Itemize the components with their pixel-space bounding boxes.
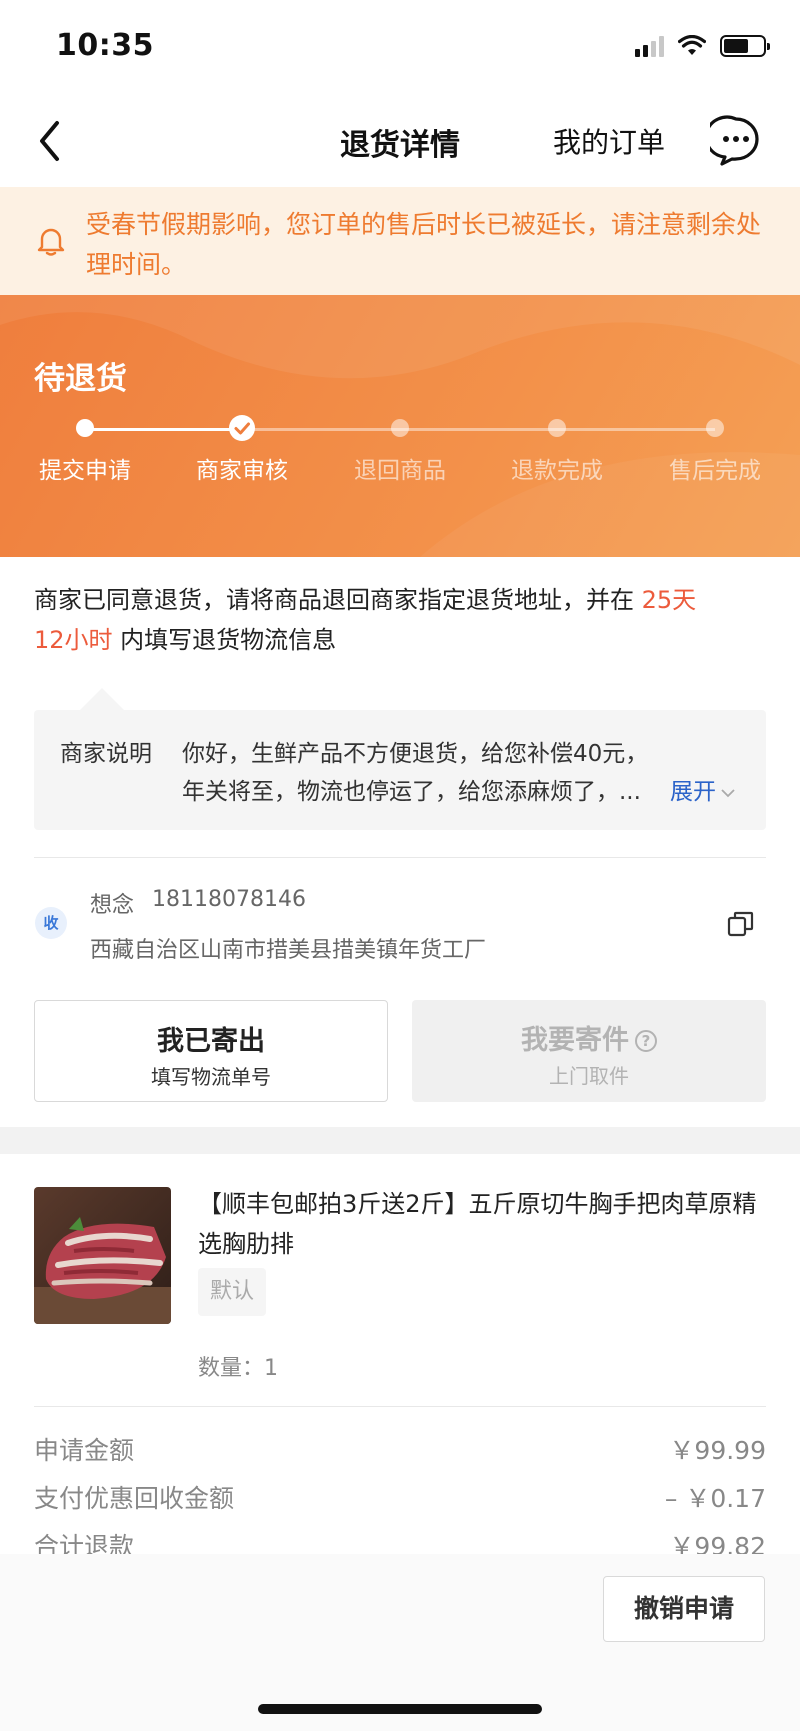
progress-step-label: 售后完成 [669,458,761,484]
return-instruction: 商家已同意退货，请将商品退回商家指定退货地址，并在 25天 12小时 内填写退货物… [34,580,774,660]
product-title[interactable]: 【顺丰包邮拍3斤送2斤】五斤原切牛胸手把肉草原精选胸肋排 [198,1184,773,1264]
home-indicator [258,1704,542,1714]
product-card: 【顺丰包邮拍3斤送2斤】五斤原切牛胸手把肉草原精选胸肋排 默认 数量：1 申请金… [0,1154,800,1561]
bell-icon [37,228,65,256]
deadline-hours: 12小时 [34,626,113,654]
return-detail-card: 商家已同意退货，请将商品退回商家指定退货地址，并在 25天 12小时 内填写退货物… [0,557,800,1127]
step-dot [76,419,94,437]
progress-step-label: 退回商品 [354,458,446,484]
step-dot [548,419,566,437]
page-title: 退货详情 [340,128,460,163]
return-progress-header: 待退货 提交申请 商家审核 退回商品 退款完成 售后完成 [0,295,800,557]
product-quantity: 数量：1 [198,1356,278,1381]
expand-label: 展开 [670,779,716,805]
receiver-name: 想念 [90,893,135,918]
merchant-note-label: 商家说明 [60,741,152,767]
progress-connector [400,428,557,431]
status-bar: 10:35 [0,0,800,95]
instruction-prefix: 商家已同意退货，请将商品退回商家指定退货地址，并在 [34,586,642,614]
progress-connector [557,428,715,431]
progress-connector [85,428,242,431]
product-spec: 默认 [198,1268,266,1316]
pickup-button-subtitle: 上门取件 [549,1064,629,1088]
chevron-down-icon [721,788,735,797]
pickup-button-title: 我要寄件? [412,1018,766,1057]
my-orders-link[interactable]: 我的订单 [553,121,665,161]
status-icons [635,34,770,58]
shipped-button-title: 我已寄出 [157,1026,265,1057]
status-time: 10:35 [56,28,154,63]
checkmark-icon [229,415,255,441]
receiver-phone: 18118078146 [152,887,306,912]
amount-label: 支付优惠回收金额 [34,1484,235,1513]
receiver-icon: 收 [35,907,67,939]
step-dot [706,419,724,437]
back-arrow-icon[interactable] [32,117,72,165]
merchant-note-line2: 年关将至，物流也停运了，给您添麻烦了，... [182,779,641,805]
help-icon: ? [635,1030,657,1052]
divider [34,857,766,858]
cancel-request-button[interactable]: 撤销申请 [603,1576,765,1642]
wifi-icon [678,35,706,55]
merchant-note: 商家说明 你好，生鲜产品不方便退货，给您补偿40元， 年关将至，物流也停运了，给… [34,688,766,830]
progress-step-label: 退款完成 [511,458,603,484]
divider [34,1406,766,1407]
progress-steps: 提交申请 商家审核 退回商品 退款完成 售后完成 [0,413,800,493]
shipped-button[interactable]: 我已寄出 填写物流单号 [34,1000,388,1102]
amount-value: ￥99.99 [669,1436,766,1465]
nav-bar: 退货详情 我的订单 [0,95,800,187]
amount-label: 申请金额 [34,1436,135,1465]
holiday-notice-banner: 受春节假期影响，您订单的售后时长已被延长，请注意剩余处理时间。 [0,187,800,295]
progress-connector [242,428,400,431]
pickup-button[interactable]: 我要寄件? 上门取件 [412,1000,766,1102]
merchant-note-line1: 你好，生鲜产品不方便退货，给您补偿40元， [182,741,649,767]
progress-step-label: 提交申请 [39,458,131,484]
pickup-title-text: 我要寄件 [521,1025,629,1056]
deadline-days: 25天 [641,586,697,614]
shipped-button-subtitle: 填写物流单号 [151,1065,271,1089]
amount-value: – ￥0.17 [664,1484,766,1513]
step-dot [391,419,409,437]
battery-icon [720,35,770,57]
bottom-action-bar: 撤销申请 [0,1554,800,1731]
chat-icon[interactable] [710,115,762,167]
notice-text: 受春节假期影响，您订单的售后时长已被延长，请注意剩余处理时间。 [86,210,762,279]
progress-step-label: 商家审核 [196,458,288,484]
expand-note-button[interactable]: 展开 [670,772,736,806]
product-thumbnail[interactable] [34,1187,171,1324]
section-gap [0,1127,800,1154]
copy-icon[interactable] [727,910,755,938]
signal-icon [635,35,664,57]
return-status-title: 待退货 [34,361,127,397]
return-address: 西藏自治区山南市措美县措美镇年货工厂 [90,938,487,963]
instruction-suffix: 内填写退货物流信息 [112,626,337,654]
